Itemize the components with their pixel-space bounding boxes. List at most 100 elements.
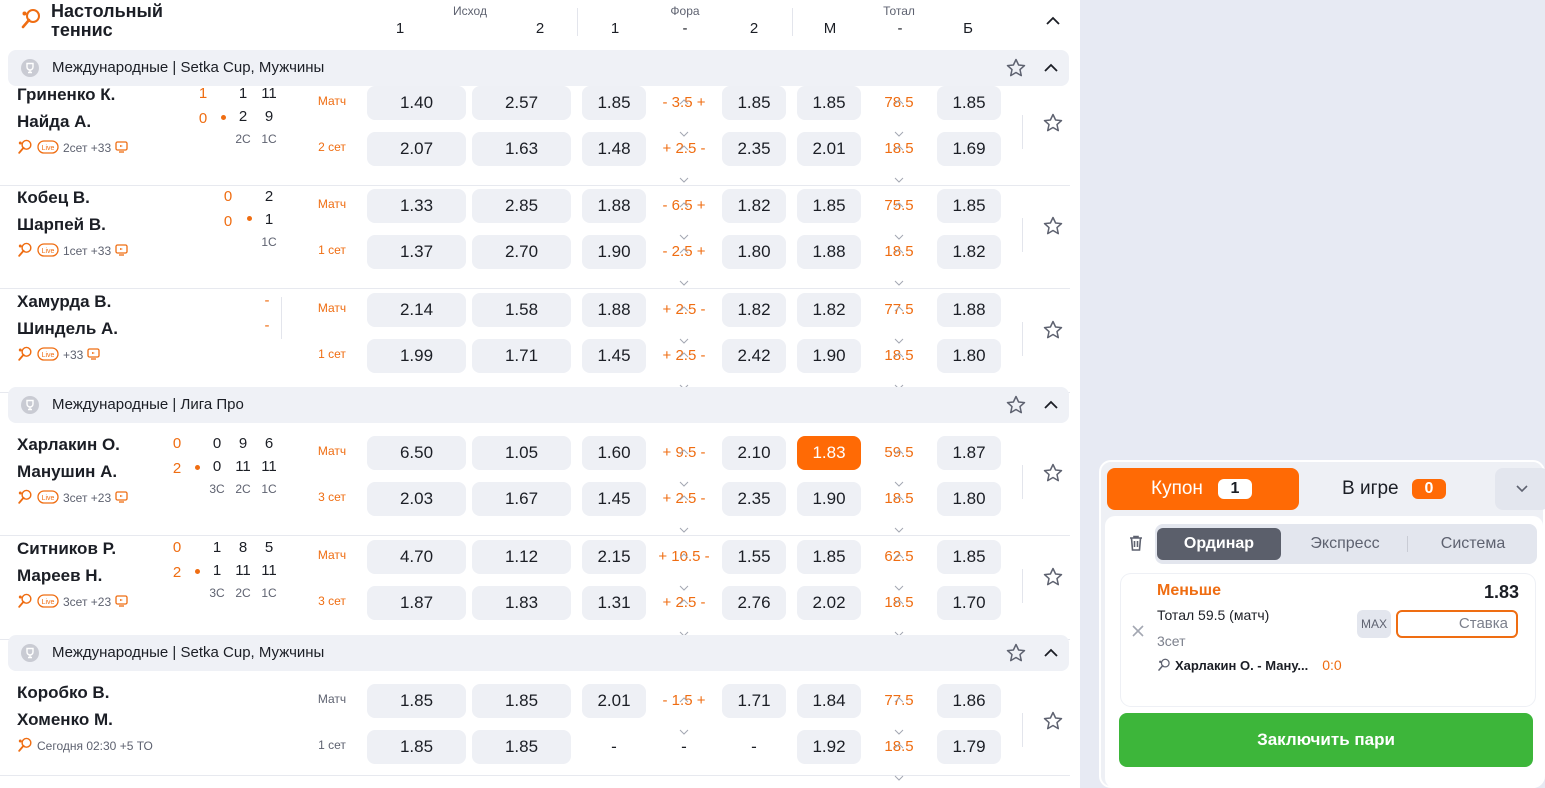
player-2-name[interactable]: Шиндель А. [17,319,118,339]
odd-tm[interactable]: 2.01 [797,132,861,166]
odd-tm[interactable]: 1.92 [797,730,861,764]
odd-h2[interactable]: 1.85 [722,86,786,120]
odd-tb[interactable]: 1.69 [937,132,1001,166]
odd-h1[interactable]: 1.90 [582,235,646,269]
odd-tm[interactable]: 1.84 [797,684,861,718]
odd-h2[interactable]: 1.82 [722,189,786,223]
odd-h1[interactable]: 2.01 [582,684,646,718]
chevron-up-icon[interactable] [1040,394,1062,416]
player-1-name[interactable]: Хамурда В. [17,292,111,312]
handicap-value[interactable]: - 2.5 + [650,235,718,286]
star-icon[interactable] [1042,566,1064,588]
odd-o2[interactable]: 2.57 [472,86,571,120]
odd-h1[interactable]: 1.45 [582,482,646,516]
total-value[interactable]: 78.5 [865,86,933,137]
league-header[interactable]: Международные | Setka Cup, Мужчины [8,50,1069,86]
odd-tb[interactable]: 1.85 [937,540,1001,574]
tv-icon[interactable] [115,490,128,506]
star-icon[interactable] [1042,215,1064,237]
total-value[interactable]: 77.5 [865,684,933,735]
player-1-name[interactable]: Харлакин О. [17,435,120,455]
player-2-name[interactable]: Манушин А. [17,462,117,482]
close-icon[interactable] [1131,624,1145,638]
star-icon[interactable] [1005,394,1027,416]
odd-h2[interactable]: 1.82 [722,293,786,327]
stake-input[interactable]: Ставка [1396,610,1518,638]
odd-tb[interactable]: 1.86 [937,684,1001,718]
odd-h1[interactable]: 1.60 [582,436,646,470]
odd-o2[interactable]: 1.67 [472,482,571,516]
odd-h1[interactable]: 1.45 [582,339,646,373]
odd-tb[interactable]: 1.85 [937,86,1001,120]
player-2-name[interactable]: Шарпей В. [17,215,106,235]
odd-tm[interactable]: 1.85 [797,540,861,574]
mode-system[interactable]: Система [1411,528,1535,560]
player-1-name[interactable]: Ситников Р. [17,539,116,559]
chevron-up-icon[interactable] [1040,57,1062,79]
handicap-value[interactable]: + 2.5 - [650,339,718,390]
max-stake-button[interactable]: MAX [1357,610,1391,638]
odd-h2[interactable]: 2.35 [722,132,786,166]
odd-h1[interactable]: 1.48 [582,132,646,166]
tv-icon[interactable] [115,140,128,156]
odd-tb[interactable]: 1.70 [937,586,1001,620]
odd-h2[interactable]: 2.35 [722,482,786,516]
player-2-name[interactable]: Найда А. [17,112,91,132]
tab-live[interactable]: В игре 0 [1299,468,1491,510]
odd-h2[interactable]: 2.76 [722,586,786,620]
player-2-name[interactable]: Мареев Н. [17,566,102,586]
star-icon[interactable] [1005,642,1027,664]
total-value[interactable]: 62.5 [865,540,933,591]
odd-h1[interactable]: 1.88 [582,293,646,327]
odd-h2[interactable]: 1.80 [722,235,786,269]
odd-o2[interactable]: 1.83 [472,586,571,620]
odd-o1[interactable]: 2.14 [367,293,466,327]
odd-tm[interactable]: 1.82 [797,293,861,327]
odd-tb[interactable]: 1.85 [937,189,1001,223]
mode-express[interactable]: Экспресс [1285,528,1405,560]
chevron-up-icon[interactable] [1040,642,1062,664]
handicap-value[interactable]: + 2.5 - [650,132,718,183]
odd-h1[interactable]: 2.15 [582,540,646,574]
odd-h1[interactable]: 1.85 [582,86,646,120]
odd-o1[interactable]: 6.50 [367,436,466,470]
league-header[interactable]: Международные | Лига Про [8,387,1069,423]
tv-icon[interactable] [87,347,101,363]
odd-h1[interactable]: 1.31 [582,586,646,620]
star-icon[interactable] [1042,319,1064,341]
odd-o1[interactable]: 4.70 [367,540,466,574]
odd-tm[interactable]: 1.88 [797,235,861,269]
odd-o2[interactable]: 1.85 [472,684,571,718]
handicap-value[interactable]: + 10.5 - [650,540,718,591]
odd-o1[interactable]: 1.37 [367,235,466,269]
odd-tm[interactable]: 2.02 [797,586,861,620]
total-value[interactable]: 18.5 [865,235,933,286]
handicap-value[interactable]: - 3.5 + [650,86,718,137]
star-icon[interactable] [1042,710,1064,732]
odd-o1[interactable]: 1.85 [367,730,466,764]
handicap-value[interactable]: - 6.5 + [650,189,718,240]
odd-tb[interactable]: 1.80 [937,339,1001,373]
odd-o2[interactable]: 1.58 [472,293,571,327]
tv-icon[interactable] [115,594,128,610]
star-icon[interactable] [1042,462,1064,484]
odd-tm[interactable]: 1.90 [797,482,861,516]
total-value[interactable]: 18.5 [865,730,933,781]
total-value[interactable]: 75.5 [865,189,933,240]
odd-o1[interactable]: 2.03 [367,482,466,516]
odd-o1[interactable]: 1.85 [367,684,466,718]
odd-o1[interactable]: 2.07 [367,132,466,166]
odd-tb[interactable]: 1.87 [937,436,1001,470]
odd-o2[interactable]: 1.12 [472,540,571,574]
odd-tb[interactable]: 1.80 [937,482,1001,516]
player-1-name[interactable]: Коробко В. [17,683,109,703]
odd-o2[interactable]: 1.85 [472,730,571,764]
handicap-value[interactable]: + 2.5 - [650,293,718,344]
handicap-value[interactable]: + 2.5 - [650,482,718,533]
odd-o1[interactable]: 1.40 [367,86,466,120]
odd-o2[interactable]: 1.63 [472,132,571,166]
handicap-value[interactable]: + 2.5 - [650,586,718,637]
total-value[interactable]: 59.5 [865,436,933,487]
odd-tm[interactable]: 1.85 [797,86,861,120]
total-value[interactable]: 18.5 [865,339,933,390]
